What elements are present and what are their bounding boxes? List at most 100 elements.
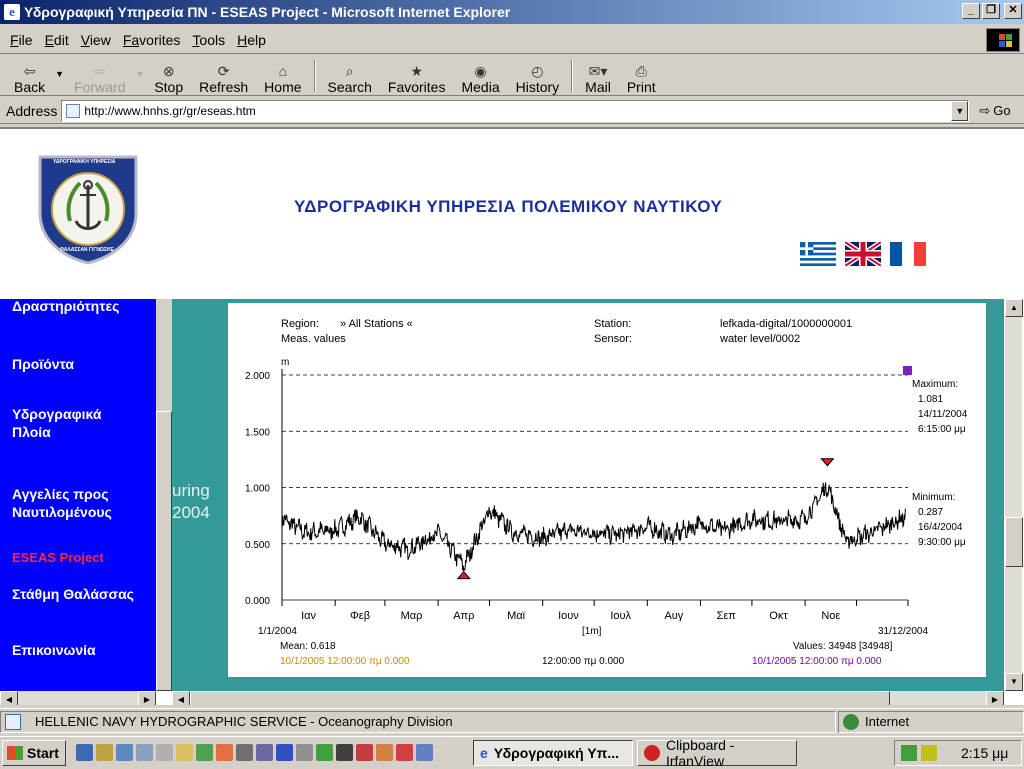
system-tray: 2:15 μμ: [894, 740, 1022, 766]
quick-launch-media-icon[interactable]: [356, 744, 373, 761]
content-scroll-left-icon[interactable]: ◀: [172, 691, 190, 705]
nav-contact[interactable]: Επικοινωνία: [12, 641, 96, 659]
emblem-bottom-text: ΘΑΛΑΣΣΑΝ ΓΙΓΝΩΣΚΕ: [60, 247, 114, 253]
nav-frame-scrollbar[interactable]: [156, 299, 172, 691]
address-input[interactable]: http://www.hnhs.gr/gr/eseas.htm ▼: [61, 99, 970, 122]
title-bar[interactable]: e Υδρογραφική Υπηρεσία ΠΝ - ESEAS Projec…: [0, 0, 1024, 24]
quick-launch-binoculars-icon[interactable]: [256, 744, 273, 761]
content-scroll-right-icon[interactable]: ▶: [986, 691, 1004, 705]
forward-button[interactable]: ⇨ Forward: [66, 57, 133, 95]
nav-ships-label-1: Υδρογραφικά: [12, 406, 102, 422]
start-button[interactable]: Start: [2, 739, 66, 766]
min-date: 16/4/2004: [918, 522, 963, 533]
quick-launch-pdf-icon[interactable]: [396, 744, 413, 761]
scroll-up-icon[interactable]: ▲: [1005, 299, 1023, 317]
x-tick-label: Ιουν: [558, 610, 579, 622]
forward-label: Forward: [74, 79, 126, 95]
quick-launch-irfan-icon[interactable]: [376, 744, 393, 761]
search-button[interactable]: ⌕ Search: [320, 57, 380, 95]
back-dropdown-icon[interactable]: ▼: [53, 69, 66, 79]
quick-launch-calc-icon[interactable]: [296, 744, 313, 761]
stop-button[interactable]: ⊗ Stop: [146, 57, 191, 95]
nav-activities[interactable]: Δραστηριότητες: [12, 297, 119, 315]
back-button[interactable]: ⇦ Back: [6, 57, 53, 95]
quick-launch-word-icon[interactable]: [276, 744, 293, 761]
max-marker: [820, 458, 835, 467]
tray-network-icon[interactable]: [901, 745, 917, 761]
menu-tools-label: ools: [199, 31, 226, 48]
footer-right-text: 10/1/2005 12:00:00 πμ 0.000: [752, 656, 882, 667]
x-tick-label: Αυγ: [664, 610, 683, 622]
quick-launch-explorer-icon[interactable]: [176, 744, 193, 761]
menu-favorites[interactable]: Favorites: [117, 32, 187, 48]
forward-dropdown-icon[interactable]: ▼: [133, 69, 146, 79]
french-flag-icon[interactable]: [890, 242, 926, 266]
nav-notices-label-1: Αγγελίες προς: [12, 486, 109, 502]
menu-tools[interactable]: Tools: [186, 32, 231, 48]
quick-launch-folder-icon[interactable]: [96, 744, 113, 761]
nav-sea-level[interactable]: Στάθμη Θαλάσσας: [12, 585, 134, 603]
tray-app-icon[interactable]: [921, 745, 937, 761]
page-vertical-scrollbar[interactable]: ▲ ▼: [1004, 299, 1023, 691]
print-button[interactable]: ⎙ Print: [619, 57, 664, 95]
quick-launch-paint-icon[interactable]: [216, 744, 233, 761]
address-dropdown-icon[interactable]: ▼: [951, 100, 969, 121]
quick-launch-tool-icon[interactable]: [236, 744, 253, 761]
quick-launch-xls-icon[interactable]: [316, 744, 333, 761]
quick-launch-ie-icon[interactable]: [76, 744, 93, 761]
history-label: History: [515, 79, 560, 95]
address-url[interactable]: http://www.hnhs.gr/gr/eseas.htm: [84, 104, 255, 118]
mail-icon: ✉▾: [588, 63, 608, 79]
quick-launch-search-icon[interactable]: [416, 744, 433, 761]
quick-launch-desktop-icon[interactable]: [116, 744, 133, 761]
greek-flag-icon[interactable]: [800, 242, 836, 266]
content-horizontal-scrollbar[interactable]: ◀ ▶: [172, 691, 1004, 705]
history-button[interactable]: ◴ History: [508, 57, 568, 95]
horizontal-scroll-thumb[interactable]: [190, 691, 890, 705]
quick-launch-app-icon[interactable]: [136, 744, 153, 761]
mail-label: Mail: [585, 79, 611, 95]
taskbar-irfanview-window[interactable]: Clipboard - IrfanView: [637, 737, 797, 769]
nav-hydrographic-ships[interactable]: Υδρογραφικά Πλοία: [12, 405, 101, 441]
nav-scroll-right-icon[interactable]: ▶: [138, 691, 156, 705]
x-axis: Ιαν Φεβ Μαρ Απρ Μαϊ Ιουν Ιουλ Αυγ Σεπ Οκτ Νοε: [281, 600, 909, 622]
nav-scroll-left-icon[interactable]: ◀: [0, 691, 18, 705]
go-button[interactable]: ⇨ Go: [979, 103, 1010, 119]
favorites-button[interactable]: ★ Favorites: [380, 57, 454, 95]
minimize-button[interactable]: _: [962, 3, 980, 19]
nav-contact-label: Επικοινωνία: [12, 642, 96, 658]
status-page-icon: [5, 713, 21, 730]
media-button[interactable]: ◉ Media: [453, 57, 507, 95]
nav-eseas-project[interactable]: ESEAS Project: [12, 549, 104, 567]
menu-edit[interactable]: Edit: [39, 32, 75, 48]
home-label: Home: [264, 79, 302, 95]
mail-button[interactable]: ✉▾ Mail: [577, 57, 619, 95]
toolbar-separator: [571, 60, 574, 92]
scroll-down-icon[interactable]: ▼: [1005, 673, 1023, 691]
station-value: lefkada-digital/1000000001: [720, 318, 852, 330]
nav-horizontal-scrollbar[interactable]: ◀ ▶: [0, 691, 156, 705]
menu-view[interactable]: View: [75, 32, 117, 48]
nav-products[interactable]: Προϊόντα: [12, 355, 74, 373]
x-tick-label: Ιουλ: [610, 610, 631, 622]
quick-launch-printer-icon[interactable]: [156, 744, 173, 761]
quick-launch-excel-icon[interactable]: [196, 744, 213, 761]
nav-notices-to-mariners[interactable]: Αγγελίες προς Ναυτιλομένους: [12, 485, 112, 521]
x-tick-label: Φεβ: [350, 610, 370, 622]
nav-scroll-thumb[interactable]: [156, 411, 172, 691]
refresh-button[interactable]: ⟳ Refresh: [191, 57, 256, 95]
footer-mid-text: 12:00:00 πμ 0.000: [542, 656, 625, 667]
toolbar-separator: [313, 60, 316, 92]
station-label: Station:: [594, 318, 631, 330]
clock[interactable]: 2:15 μμ: [961, 745, 1008, 761]
quick-launch-cmd-icon[interactable]: [336, 744, 353, 761]
close-button[interactable]: ✕: [1004, 3, 1022, 19]
uk-flag-icon[interactable]: [845, 242, 881, 266]
vertical-scroll-thumb[interactable]: [1005, 517, 1023, 567]
menu-file[interactable]: File: [4, 32, 39, 48]
menu-help[interactable]: Help: [231, 32, 272, 48]
home-button[interactable]: ⌂ Home: [256, 57, 309, 95]
maximize-button[interactable]: ❐: [982, 3, 1000, 19]
taskbar-ie-window[interactable]: e Υδρογραφική Υπ...: [473, 739, 633, 766]
stop-label: Stop: [154, 79, 184, 95]
